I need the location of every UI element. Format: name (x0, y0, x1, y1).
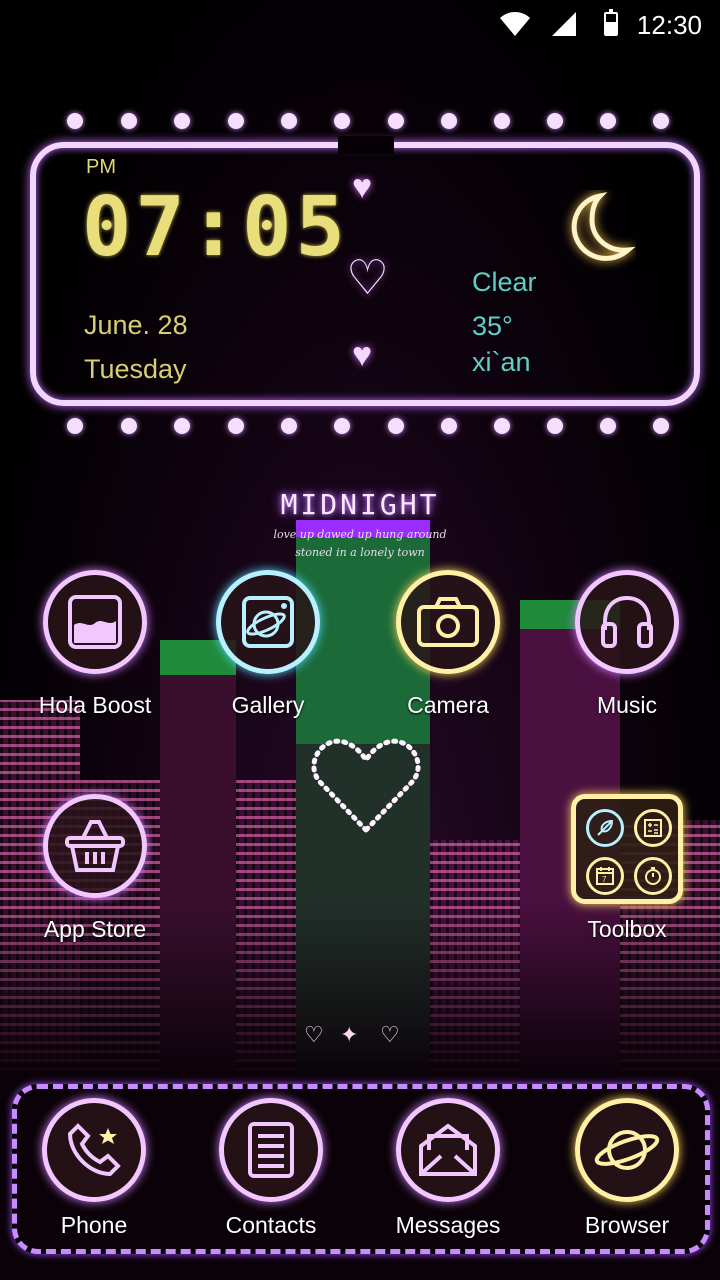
app-label: Messages (395, 1212, 501, 1238)
page-dot-heart-icon[interactable]: ♡ (380, 1022, 400, 1048)
marquee-dot (388, 418, 404, 434)
marquee-dot (281, 113, 297, 129)
app-camera[interactable]: Camera (373, 570, 523, 719)
theme-title: MIDNIGHT (280, 488, 440, 521)
marquee-dot (494, 418, 510, 434)
marquee-dot (228, 418, 244, 434)
page-dot-cards-icon[interactable]: ✦ (340, 1022, 358, 1048)
hola-boost-icon (43, 570, 147, 674)
app-label: Hola Boost (38, 692, 152, 718)
app-label: Gallery (231, 692, 305, 718)
heart-icon: ♥ (352, 336, 373, 374)
marquee-dot (67, 113, 83, 129)
dock-contacts[interactable]: Contacts (196, 1098, 346, 1239)
dock-browser[interactable]: Browser (552, 1098, 702, 1239)
marquee-dot (600, 113, 616, 129)
theme-tagline: love up dawed up hung around (273, 528, 447, 541)
page-dot-heart-icon[interactable]: ♡ (304, 1022, 324, 1048)
app-label: Toolbox (587, 916, 667, 942)
svg-text:7: 7 (602, 875, 607, 884)
app-hola-boost[interactable]: Hola Boost (20, 570, 170, 719)
heart-outline-icon: ♡ (346, 252, 390, 305)
toolbox-folder-icon: 7 (571, 794, 683, 904)
status-bar: 12:30 (0, 0, 720, 52)
toolbox-label-wrap: Toolbox (552, 898, 702, 943)
camera-icon (396, 570, 500, 674)
marquee-dot (441, 113, 457, 129)
marquee-dot (388, 113, 404, 129)
marquee-dot (281, 418, 297, 434)
app-app-store[interactable]: App Store (20, 794, 170, 943)
planet-icon (575, 1098, 679, 1202)
marquee-dot (600, 418, 616, 434)
dock-messages[interactable]: Messages (373, 1098, 523, 1239)
phone-icon (42, 1098, 146, 1202)
page-indicator[interactable]: ♡ ✦ ♡ (0, 1022, 720, 1048)
heart-lights-icon (311, 738, 421, 834)
shopping-basket-icon (43, 794, 147, 898)
app-gallery[interactable]: Gallery (193, 570, 343, 719)
marquee-dot (547, 113, 563, 129)
clock-weekday: Tuesday (84, 354, 187, 384)
battery-icon (604, 9, 618, 36)
weather-condition: Clear (472, 267, 537, 297)
marquee-dot (547, 418, 563, 434)
marquee-dot (441, 418, 457, 434)
clock-period: PM (86, 156, 116, 178)
frame-gap (338, 136, 394, 154)
app-label: Browser (584, 1212, 670, 1238)
weather-city: xi`an (472, 347, 531, 377)
marquee-dot (174, 418, 190, 434)
marquee-dot (334, 113, 350, 129)
feather-icon (586, 809, 624, 847)
app-label: Music (596, 692, 658, 718)
marquee-dot (494, 113, 510, 129)
marquee-dot (653, 418, 669, 434)
marquee-dot (121, 113, 137, 129)
marquee-dot (228, 113, 244, 129)
marquee-dot (121, 418, 137, 434)
marquee-dot (67, 418, 83, 434)
gallery-icon (216, 570, 320, 674)
stopwatch-icon (634, 857, 672, 895)
clock-time[interactable]: 07:05 (82, 187, 349, 269)
marquee-dot (334, 418, 350, 434)
app-label: Phone (60, 1212, 128, 1238)
marquee-dot (653, 113, 669, 129)
calendar-icon: 7 (586, 857, 624, 895)
app-label: Camera (407, 692, 489, 718)
dock-phone[interactable]: Phone (19, 1098, 169, 1239)
weather-temperature: 35° (472, 311, 513, 341)
wifi-icon (500, 12, 530, 36)
signal-icon (552, 12, 576, 36)
app-music[interactable]: Music (552, 570, 702, 719)
theme-tagline: stoned in a lonely town (295, 546, 425, 559)
status-time: 12:30 (636, 10, 702, 40)
envelope-icon (396, 1098, 500, 1202)
marquee-dot (174, 113, 190, 129)
clock-date: June. 28 (84, 310, 188, 340)
contacts-icon (219, 1098, 323, 1202)
app-label: Contacts (225, 1212, 317, 1238)
headphones-icon (575, 570, 679, 674)
calculator-icon (634, 809, 672, 847)
app-label: App Store (43, 916, 147, 942)
moon-icon (571, 192, 636, 261)
heart-icon: ♥ (352, 168, 373, 206)
